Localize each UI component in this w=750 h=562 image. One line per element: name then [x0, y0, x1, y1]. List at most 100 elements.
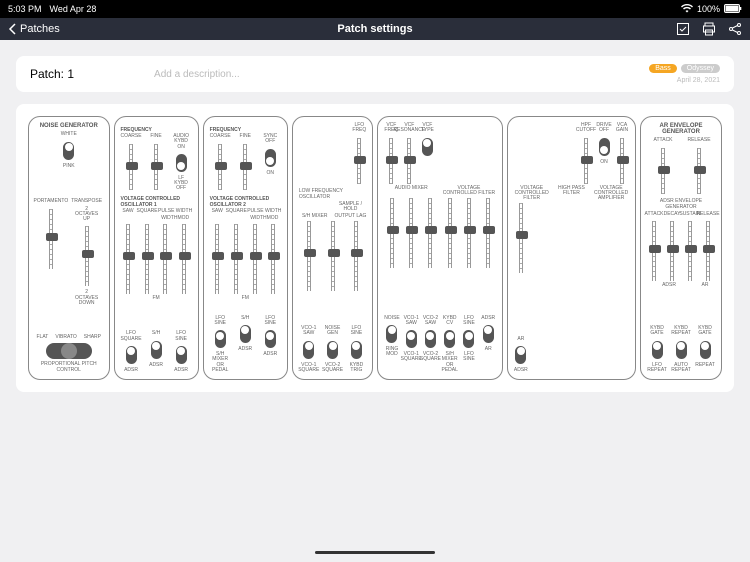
vco1-pwm-toggle[interactable]	[176, 346, 187, 364]
vco2-coarse-slider[interactable]	[218, 144, 222, 190]
lbl: AUTO REPEAT	[671, 363, 691, 374]
status-time: 5:03 PM	[8, 4, 42, 14]
transpose-up: 2 OCTAVES UP	[75, 207, 98, 223]
vco1-fm2-toggle[interactable]	[151, 341, 162, 359]
adsr-d-slider[interactable]	[670, 221, 674, 281]
lbl: KYBD CV	[441, 316, 459, 327]
vco2-pw-slider[interactable]	[253, 224, 257, 294]
noise-toggle[interactable]	[63, 142, 74, 160]
vco2-pwm-slider[interactable]	[271, 224, 275, 294]
vco2-fine-slider[interactable]	[243, 144, 247, 190]
lbl: VCO-1 SAW	[402, 316, 420, 327]
vcf-res-slider[interactable]	[407, 138, 411, 184]
patch-date: April 28, 2021	[677, 77, 720, 84]
vcf-mod3-slider[interactable]	[486, 198, 490, 268]
lbl: ADSR	[124, 368, 138, 373]
sh-mix2-slider[interactable]	[331, 221, 335, 291]
vcf-mod2-slider[interactable]	[467, 198, 471, 268]
module-noise-portamento: NOISE GENERATOR WHITE PINK PORTAMENTO TR…	[28, 116, 110, 380]
adsr-a-slider[interactable]	[652, 221, 656, 281]
vco1-fine-slider[interactable]	[154, 144, 158, 190]
tag-bass[interactable]: Bass	[649, 64, 677, 73]
lbl: KYBD GATE	[696, 326, 714, 337]
vco1-fm1-slider[interactable]	[126, 224, 130, 294]
adsr-gate-toggle[interactable]	[652, 341, 663, 359]
hpf-slider[interactable]	[584, 138, 588, 184]
ar-title: AR ENVELOPE GENERATOR	[645, 123, 717, 135]
mix1-toggle[interactable]	[386, 325, 397, 343]
lbl: SQUARE	[226, 209, 247, 215]
adsr-repeat-toggle[interactable]	[676, 341, 687, 359]
adsr-r-slider[interactable]	[706, 221, 710, 281]
lbl: HPF CUTOFF	[576, 123, 596, 134]
vco1-coarse-slider[interactable]	[129, 144, 133, 190]
patch-header-card: Patch: 1 Add a description... Bass Odyss…	[16, 56, 734, 92]
vco2-fm2-toggle[interactable]	[240, 325, 251, 343]
vco2-fm1-slider[interactable]	[215, 224, 219, 294]
vco2-sync-toggle[interactable]	[265, 149, 276, 167]
share-icon[interactable]	[728, 22, 742, 36]
portamento-label: PORTAMENTO	[34, 199, 69, 205]
lbl: AUDIO KYBD ON	[172, 134, 190, 150]
lfo-freq-slider[interactable]	[357, 138, 361, 184]
sh-src2-toggle[interactable]	[327, 341, 338, 359]
fm-label: FM	[208, 296, 283, 302]
vca-env-slider[interactable]	[519, 203, 523, 273]
home-indicator[interactable]	[315, 551, 435, 554]
mix3-slider[interactable]	[428, 198, 432, 268]
pitch-rocker[interactable]	[46, 343, 92, 359]
adsr-s-slider[interactable]	[688, 221, 692, 281]
vcf-mod1-toggle[interactable]	[444, 330, 455, 348]
sh-lag-slider[interactable]	[354, 221, 358, 291]
lbl: FINE	[150, 134, 161, 140]
mix1-slider[interactable]	[390, 198, 394, 268]
sh-trig-toggle[interactable]	[351, 341, 362, 359]
noise-gen-title: NOISE GENERATOR	[33, 123, 105, 129]
ar-release-slider[interactable]	[697, 148, 701, 194]
print-icon[interactable]	[702, 22, 716, 36]
transpose-down: 2 OCTAVES DOWN	[75, 290, 98, 306]
portamento-slider[interactable]	[49, 209, 53, 269]
lbl: AR	[485, 347, 492, 352]
sh-mix1-slider[interactable]	[307, 221, 311, 291]
mix3-toggle[interactable]	[425, 330, 436, 348]
wifi-icon	[681, 4, 693, 15]
vcf-mod2-toggle[interactable]	[463, 330, 474, 348]
transpose-slider[interactable]	[85, 226, 89, 286]
lbl: SQUARE	[137, 209, 158, 215]
vco1-kybd-toggle[interactable]	[176, 154, 187, 172]
mix2-slider[interactable]	[409, 198, 413, 268]
tag-odyssey[interactable]: Odyssey	[681, 64, 720, 73]
lbl: AUDIO MIXER	[382, 186, 440, 191]
vco1-pw-slider[interactable]	[163, 224, 167, 294]
status-bar: 5:03 PM Wed Apr 28 100%	[0, 0, 750, 18]
description-input[interactable]: Add a description...	[154, 69, 649, 80]
lbl: ADSR	[238, 347, 252, 352]
vco2-fm2-slider[interactable]	[234, 224, 238, 294]
lbl: KYBD TRIG	[347, 363, 365, 374]
mix2-toggle[interactable]	[406, 330, 417, 348]
lbl: FINE	[240, 134, 251, 140]
vca-gain-slider[interactable]	[620, 138, 624, 184]
lbl: VCO-2 SAW	[421, 316, 439, 327]
vco1-fm2-slider[interactable]	[145, 224, 149, 294]
vco2-fm1-toggle[interactable]	[215, 330, 226, 348]
lbl: S/H MIXER OR PEDAL	[441, 352, 459, 373]
vcf-type-toggle[interactable]	[422, 138, 433, 156]
vcf-mod3-toggle[interactable]	[483, 325, 494, 343]
back-button[interactable]: Patches	[8, 23, 60, 35]
vco1-pwm-slider[interactable]	[182, 224, 186, 294]
lbl: AR	[693, 283, 717, 289]
vca-env-toggle[interactable]	[515, 346, 526, 364]
vcf-freq-slider[interactable]	[389, 138, 393, 184]
vco1-fm1-toggle[interactable]	[126, 346, 137, 364]
export-icon[interactable]	[676, 22, 690, 36]
ar-gate-toggle[interactable]	[700, 341, 711, 359]
drive-toggle[interactable]	[599, 138, 610, 156]
module-envelopes: AR ENVELOPE GENERATOR ATTACK RELEASE ADS…	[640, 116, 722, 380]
vcf-mod1-slider[interactable]	[448, 198, 452, 268]
vco2-pwm-toggle[interactable]	[265, 330, 276, 348]
sh-src1-toggle[interactable]	[303, 341, 314, 359]
ar-attack-slider[interactable]	[661, 148, 665, 194]
lbl: SAMPLE / HOLD	[333, 202, 369, 213]
